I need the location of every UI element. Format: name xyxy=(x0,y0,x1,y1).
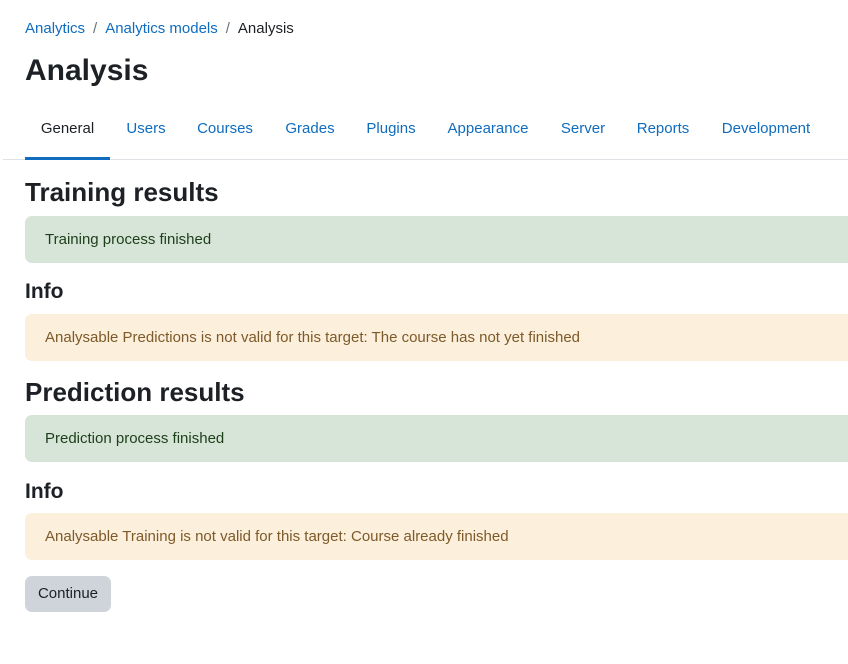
training-info-heading: Info xyxy=(25,280,64,303)
tab-development[interactable]: Development xyxy=(714,100,818,160)
prediction-info-alert: Analysable Training is not valid for thi… xyxy=(25,513,848,560)
breadcrumb-link-analytics-models[interactable]: Analytics models xyxy=(105,20,218,37)
tab-general[interactable]: General xyxy=(25,100,110,160)
continue-button[interactable]: Continue xyxy=(25,576,111,612)
tab-users[interactable]: Users xyxy=(119,100,173,160)
tab-reports[interactable]: Reports xyxy=(629,100,697,160)
breadcrumb-separator: / xyxy=(93,20,98,37)
training-info-alert: Analysable Predictions is not valid for … xyxy=(25,314,848,361)
page-title: Analysis xyxy=(25,54,149,87)
prediction-results-heading: Prediction results xyxy=(25,377,245,407)
analysis-page: Analytics / Analytics models / Analysis Anal… xyxy=(0,0,848,664)
tab-server[interactable]: Server xyxy=(553,100,613,160)
tab-appearance[interactable]: Appearance xyxy=(440,100,536,160)
tab-grades[interactable]: Grades xyxy=(278,100,342,160)
breadcrumb-current: Analysis xyxy=(237,20,294,37)
prediction-info-heading: Info xyxy=(25,480,64,503)
breadcrumb: Analytics / Analytics models / Analysis xyxy=(25,19,294,39)
breadcrumb-link-analytics[interactable]: Analytics xyxy=(25,20,85,37)
admin-tab-bar: General Users Courses Grades Plugins App… xyxy=(3,100,848,160)
prediction-status-alert: Prediction process finished xyxy=(25,415,848,462)
training-status-alert: Training process finished xyxy=(25,216,848,263)
training-results-heading: Training results xyxy=(25,177,219,207)
breadcrumb-separator: / xyxy=(225,20,230,37)
tab-plugins[interactable]: Plugins xyxy=(359,100,423,160)
tab-courses[interactable]: Courses xyxy=(190,100,260,160)
